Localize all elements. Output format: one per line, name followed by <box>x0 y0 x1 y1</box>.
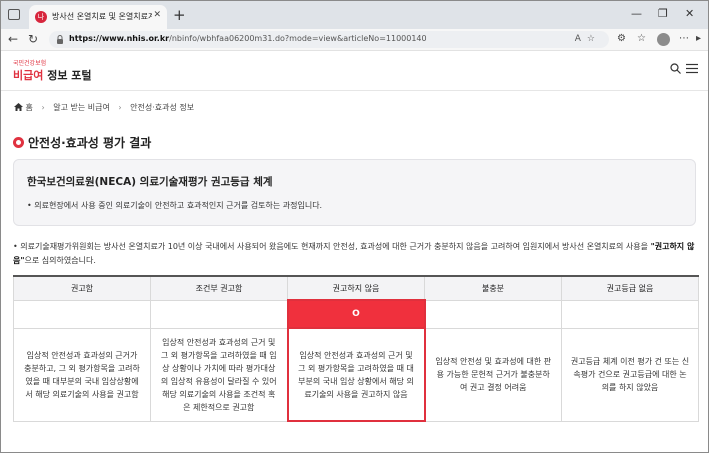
tab-close-icon[interactable]: ✕ <box>153 10 161 20</box>
sidebar-icon[interactable]: ▸ <box>696 33 701 44</box>
tab-actions-icon[interactable] <box>8 9 20 20</box>
selected-grade-mark-cell: O <box>286 299 426 329</box>
recommendation-notice: • 의료기술재평가위원회는 방사선 온열치료가 10년 이상 국내에서 사용되어… <box>13 242 695 265</box>
table-row: O <box>13 299 699 329</box>
minimize-button[interactable]: — <box>631 7 642 20</box>
table-header-cell: 권고함 <box>13 275 151 301</box>
title-bullet-icon <box>13 137 24 148</box>
browser-toolbar: ← ↻ https://www.nhis.or.kr/nbinfo/wbhfaa… <box>1 29 708 51</box>
search-icon[interactable] <box>670 63 681 74</box>
home-icon[interactable] <box>14 103 23 111</box>
refresh-icon[interactable]: ↻ <box>28 32 38 46</box>
tab-strip: 나 방사선 온열치료 및 온열치료계획 ✕ + — ❐ ✕ <box>1 1 708 29</box>
table-header-cell: 권고등급 없음 <box>561 275 699 301</box>
selected-grade-description-cell: 임상적 안전성과 효과성의 근거 및 그 외 평가항목을 고려하였을 때 대부분… <box>286 327 426 422</box>
grade-description-cell: 권고등급 체계 이전 평가 건 또는 신속평가 건으로 권고등급에 대한 논의를… <box>561 327 699 422</box>
tab-title: 방사선 온열치료 및 온열치료계획 <box>52 12 152 21</box>
table-header-cell: 조건부 권고함 <box>150 275 288 301</box>
breadcrumb-home[interactable]: 홈 <box>26 103 33 112</box>
hamburger-menu-icon[interactable] <box>686 63 698 74</box>
active-tab[interactable]: 나 방사선 온열치료 및 온열치료계획 ✕ <box>29 5 167 29</box>
breadcrumb-separator-icon: › <box>118 103 122 112</box>
url-bar-icons[interactable]: A☆ <box>575 34 601 44</box>
table-header-cell: 권고하지 않음 <box>287 275 425 301</box>
lock-icon <box>57 35 63 44</box>
grade-description-cell: 임상적 안전성과 효과성의 근거가 충분하고, 그 외 평가항목을 고려하였을 … <box>13 327 151 422</box>
table-row: 임상적 안전성과 효과성의 근거가 충분하고, 그 외 평가항목을 고려하였을 … <box>13 327 699 422</box>
grade-mark-cell <box>13 299 151 329</box>
recommendation-grade-table: 권고함 조건부 권고함 권고하지 않음 불충분 권고등급 없음 O 임상적 안전… <box>13 275 699 422</box>
info-box: 한국보건의료원(NECA) 의료기술재평가 권고등급 체계 • 의료현장에서 사… <box>13 159 696 226</box>
page-title: 안전성·효과성 평가 결과 <box>13 134 151 151</box>
address-bar[interactable]: https://www.nhis.or.kr/nbinfo/wbhfaa0620… <box>49 31 609 48</box>
favorites-icon[interactable]: ☆ <box>637 33 646 44</box>
site-favicon-icon: 나 <box>35 11 47 23</box>
table-header-cell: 불충분 <box>424 275 562 301</box>
grade-mark-cell <box>561 299 699 329</box>
more-menu-icon[interactable]: ⋯ <box>679 33 689 44</box>
breadcrumb-level1[interactable]: 알고 받는 비급여 <box>53 103 110 112</box>
maximize-button[interactable]: ❐ <box>658 7 668 20</box>
site-logo[interactable]: 비급여 정보 포털 <box>13 67 92 83</box>
info-box-title: 한국보건의료원(NECA) 의료기술재평가 권고등급 체계 <box>27 176 273 188</box>
info-box-description: • 의료현장에서 사용 중인 의료기술이 안전하고 효과적인지 근거를 검토하는… <box>27 201 323 210</box>
url-text: https://www.nhis.or.kr/nbinfo/wbhfaa0620… <box>69 34 427 43</box>
grade-mark-cell <box>424 299 562 329</box>
site-header: 국민건강보험 비급여 정보 포털 <box>1 51 708 91</box>
new-tab-icon[interactable]: + <box>173 6 186 24</box>
grade-description-cell: 임상적 안전성과 효과성의 근거 및 그 외 평가항목을 고려하였을 때 임상 … <box>150 327 288 422</box>
browser-window: 나 방사선 온열치료 및 온열치료계획 ✕ + — ❐ ✕ ← ↻ https:… <box>0 0 709 453</box>
grade-description-cell: 임상적 안전성 및 효과성에 대한 판용 가능한 문헌적 근거가 불충분하여 권… <box>424 327 562 422</box>
table-header-row: 권고함 조건부 권고함 권고하지 않음 불충분 권고등급 없음 <box>13 275 699 301</box>
logo-subtext: 국민건강보험 <box>13 60 47 67</box>
breadcrumb: 홈 › 알고 받는 비급여 › 안전성·효과성 정보 <box>14 102 194 113</box>
breadcrumb-separator-icon: › <box>41 103 45 112</box>
breadcrumb-level2[interactable]: 안전성·효과성 정보 <box>130 103 194 112</box>
close-window-button[interactable]: ✕ <box>685 7 694 20</box>
extensions-icon[interactable]: ⚙ <box>617 33 626 44</box>
profile-avatar[interactable] <box>657 33 670 46</box>
back-icon[interactable]: ← <box>8 32 18 46</box>
grade-mark-cell <box>150 299 288 329</box>
